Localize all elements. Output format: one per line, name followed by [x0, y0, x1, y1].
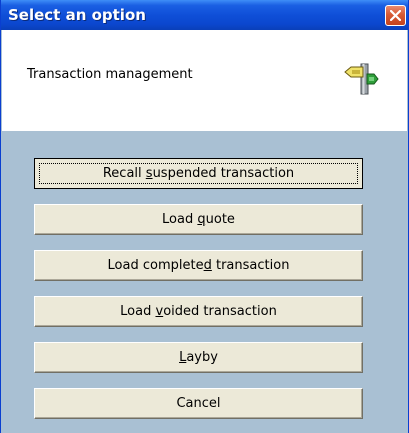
button-label: Load quote: [162, 212, 235, 227]
focus-ring: [39, 163, 358, 184]
recall-suspended-transaction-button[interactable]: Recall suspended transaction: [34, 158, 363, 189]
window-title: Select an option: [8, 6, 146, 24]
close-button[interactable]: [385, 5, 406, 26]
cancel-button[interactable]: Cancel: [34, 388, 363, 419]
load-voided-transaction-button[interactable]: Load voided transaction: [34, 296, 363, 327]
button-label: Load voided transaction: [120, 304, 277, 319]
header-title: Transaction management: [27, 67, 193, 82]
title-bar[interactable]: Select an option: [1, 0, 408, 30]
close-icon: [390, 10, 401, 21]
dialog-window: Select an option Transaction management …: [0, 0, 409, 433]
layby-button[interactable]: Layby: [34, 342, 363, 373]
load-quote-button[interactable]: Load quote: [34, 204, 363, 235]
button-label: Cancel: [176, 396, 221, 411]
header-panel: Transaction management: [2, 30, 407, 130]
load-completed-transaction-button[interactable]: Load completed transaction: [34, 250, 363, 281]
signpost-icon: [344, 63, 379, 95]
button-label: Layby: [179, 350, 218, 365]
button-label: Load completed transaction: [107, 258, 290, 273]
header-divider: [2, 130, 407, 131]
